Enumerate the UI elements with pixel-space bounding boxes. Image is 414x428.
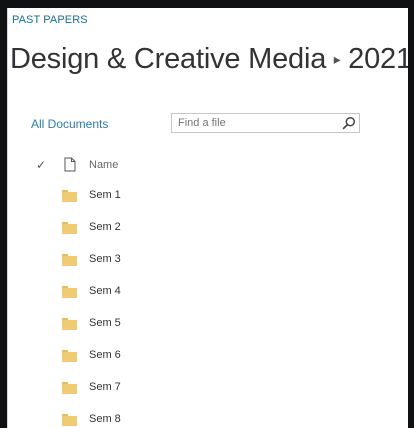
list-item: Sem 3 (8, 245, 408, 277)
title-site[interactable]: Design & Creative Media (10, 43, 326, 75)
site-eyebrow-label[interactable]: PAST PAPERS (12, 14, 88, 26)
folder-link[interactable]: Sem 7 (89, 381, 121, 394)
title-page: 2021 (348, 43, 408, 75)
folder-icon (62, 414, 77, 426)
folder-icon (62, 286, 77, 298)
list-item: Sem 5 (8, 309, 408, 341)
folder-list: Sem 1 Sem 2 Sem 3 Sem 4 Sem 5 Sem 6 Sem … (8, 181, 408, 428)
list-item: Sem 4 (8, 277, 408, 309)
folder-icon (62, 222, 77, 234)
list-item: Sem 2 (8, 213, 408, 245)
document-icon (64, 157, 76, 172)
folder-icon (62, 190, 77, 202)
folder-link[interactable]: Sem 4 (89, 285, 121, 298)
list-item: Sem 6 (8, 341, 408, 373)
list-item: Sem 7 (8, 373, 408, 405)
find-file-search-box (171, 113, 360, 133)
folder-link[interactable]: Sem 6 (89, 349, 121, 362)
name-column-header[interactable]: Name (89, 159, 118, 171)
document-library-panel: PAST PAPERS Design & Creative Media ▸ 2021… (7, 8, 408, 428)
page-title: Design & Creative Media ▸ 2021 (10, 42, 408, 76)
folder-link[interactable]: Sem 5 (89, 317, 121, 330)
folder-icon (62, 318, 77, 330)
list-item: Sem 8 (8, 405, 408, 428)
list-header-row: ✓ Name (8, 156, 408, 176)
folder-icon (62, 350, 77, 362)
folder-link[interactable]: Sem 3 (89, 253, 121, 266)
select-all-checkmark-icon[interactable]: ✓ (36, 157, 46, 173)
folder-link[interactable]: Sem 2 (89, 221, 121, 234)
find-file-input[interactable] (172, 114, 344, 132)
search-icon[interactable] (342, 116, 356, 130)
folder-link[interactable]: Sem 8 (89, 413, 121, 426)
view-all-documents-link[interactable]: All Documents (31, 117, 108, 131)
outer-frame: PAST PAPERS Design & Creative Media ▸ 2021… (0, 0, 414, 428)
folder-icon (62, 382, 77, 394)
folder-link[interactable]: Sem 1 (89, 189, 121, 202)
folder-icon (62, 254, 77, 266)
list-item: Sem 1 (8, 181, 408, 213)
breadcrumb-separator-icon: ▸ (333, 51, 341, 67)
